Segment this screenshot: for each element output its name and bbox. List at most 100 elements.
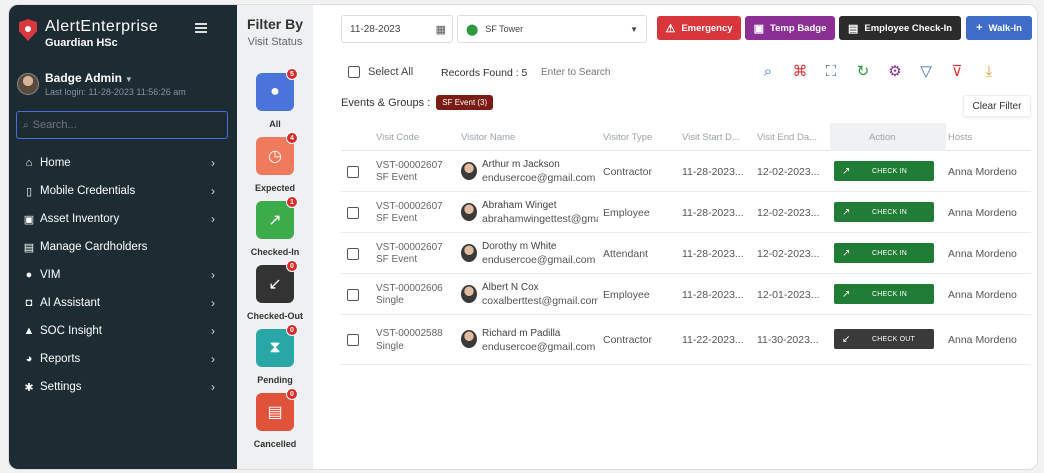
calendar-icon[interactable]: ▦ <box>436 23 446 36</box>
check-in-button[interactable]: ↗ CHECK IN <box>834 243 934 263</box>
sidebar-item-manage-cardholders[interactable]: ▤ Manage Cardholders <box>9 233 237 261</box>
visit-start-date: 11-28-2023... <box>682 289 744 301</box>
visitor-name[interactable]: Abraham Winget <box>482 200 556 211</box>
sidebar-item-reports[interactable]: ◕ Reports › <box>9 345 237 373</box>
sidebar-item-ai-assistant[interactable]: ◘ AI Assistant › <box>9 289 237 317</box>
search-icon: ⌕ <box>23 119 29 131</box>
filter-icon[interactable]: ▽ <box>916 62 936 82</box>
walk-in-button[interactable]: + Walk-In <box>966 16 1032 40</box>
download-icon[interactable]: ⤓ <box>979 62 999 82</box>
check-in-button[interactable]: ↗ CHECK IN <box>834 161 934 181</box>
sidebar-item-mobile-credentials[interactable]: ▯ Mobile Credentials › <box>9 177 237 205</box>
column-header[interactable]: Visit Start D... <box>682 132 740 143</box>
check-in-button[interactable]: ↗ CHECK IN <box>834 284 934 304</box>
visitor-avatar <box>461 162 477 180</box>
product-name: Guardian HSc <box>45 37 118 49</box>
chevron-right-icon: › <box>211 296 215 310</box>
sidebar-item-vim[interactable]: ● VIM › <box>9 261 237 289</box>
records-search-input[interactable] <box>537 61 737 83</box>
column-header[interactable]: Visit End Da... <box>757 132 817 143</box>
chevron-right-icon: › <box>211 352 215 366</box>
sidebar-search-input[interactable] <box>32 119 213 131</box>
row-checkbox[interactable] <box>347 248 359 260</box>
sidebar-item-home[interactable]: ⌂ Home › <box>9 149 237 177</box>
menu-toggle-icon[interactable] <box>195 23 207 33</box>
settings-icon[interactable]: ⚙ <box>885 62 905 82</box>
visit-end-date: 12-02-2023... <box>757 248 820 260</box>
table-row[interactable]: VST-00002607 SF Event Dorothy m White endus… <box>341 233 1031 274</box>
status-tile-pending[interactable]: ⧗ 0 <box>256 324 298 367</box>
row-checkbox[interactable] <box>347 166 359 178</box>
column-header: Action <box>869 132 896 143</box>
qr-code-icon[interactable]: ⌘ <box>790 62 810 82</box>
clear-filter-button[interactable]: Clear Filter <box>963 95 1031 117</box>
emergency-button[interactable]: ⚠ Emergency <box>657 16 741 40</box>
sidebar-item-label: AI Assistant <box>40 297 101 309</box>
column-header[interactable]: Visitor Name <box>461 132 515 143</box>
status-tile-checked-in[interactable]: ↗ 1 <box>256 196 298 239</box>
scan-icon[interactable]: ⛶ <box>821 62 841 82</box>
visit-end-date: 12-02-2023... <box>757 207 820 219</box>
visit-code: VST-00002607 <box>376 201 443 212</box>
visit-group: Single <box>376 295 404 306</box>
status-filter-panel: Filter By Visit Status ● 5 All ◷ 4 Expected ↗ 1… <box>237 5 313 469</box>
column-header[interactable]: Visit Code <box>376 132 419 143</box>
visitor-name[interactable]: Albert N Cox <box>482 282 539 293</box>
chevron-right-icon: › <box>211 212 215 226</box>
event-chip[interactable]: SF Event (3) <box>436 95 494 110</box>
visit-code: VST-00002607 <box>376 160 443 171</box>
visitor-type: Attendant <box>603 248 648 260</box>
sidebar-item-settings[interactable]: ✱ Settings › <box>9 373 237 401</box>
status-tile-cancelled[interactable]: ▤ 0 <box>256 388 298 431</box>
badge-icon: ▣ <box>753 22 765 35</box>
table-row[interactable]: VST-00002606 Single Albert N Cox coxalbertt… <box>341 274 1031 315</box>
check-out-button[interactable]: ↙ CHECK OUT <box>834 329 934 349</box>
visitor-name[interactable]: Dorothy m White <box>482 241 556 252</box>
date-value: 11-28-2023 <box>350 23 401 35</box>
user-profile[interactable]: Badge Admin ▼ Last login: 11-28-2023 11:5… <box>17 71 186 97</box>
visit-code: VST-00002606 <box>376 283 443 294</box>
filter-title: Filter By <box>246 16 303 32</box>
select-all[interactable]: Select All <box>348 66 413 78</box>
clock-icon: ◷ <box>268 148 282 165</box>
check-in-button[interactable]: ↗ CHECK IN <box>834 202 934 222</box>
sidebar-search[interactable]: ⌕ <box>16 111 228 139</box>
sidebar-item-label: Manage Cardholders <box>40 241 148 253</box>
status-count-badge: 0 <box>286 324 298 336</box>
brand-name: AlertEnterprise <box>45 18 159 35</box>
row-checkbox[interactable] <box>347 334 359 346</box>
visitor-name[interactable]: Richard m Padilla <box>482 328 560 339</box>
visit-code: VST-00002588 <box>376 328 443 339</box>
sidebar-item-label: Mobile Credentials <box>40 185 136 197</box>
sidebar-item-soc-insight[interactable]: ▲ SOC Insight › <box>9 317 237 345</box>
bell-icon: ▲ <box>23 325 35 337</box>
caret-down-icon[interactable]: ▼ <box>125 75 133 84</box>
visitor-avatar <box>461 203 477 221</box>
table-row[interactable]: VST-00002607 SF Event Abraham Winget abraha… <box>341 192 1031 233</box>
row-checkbox[interactable] <box>347 289 359 301</box>
host-name: Anna Mordeno <box>948 289 1017 301</box>
sidebar: AlertEnterprise Guardian HSc Badge Admin… <box>9 5 237 469</box>
robot-icon: ◘ <box>25 297 33 309</box>
sidebar-item-asset-inventory[interactable]: ▣ Asset Inventory › <box>9 205 237 233</box>
select-all-checkbox[interactable] <box>348 66 360 78</box>
table-row[interactable]: VST-00002588 Single Richard m Padilla endus… <box>341 315 1031 365</box>
temp-badge-button[interactable]: ▣ Temp Badge <box>745 16 835 40</box>
location-select[interactable]: ⬤ SF Tower ▼ <box>457 15 647 43</box>
visitor-name[interactable]: Arthur m Jackson <box>482 159 560 170</box>
table-row[interactable]: VST-00002607 SF Event Arthur m Jackson endu… <box>341 151 1031 192</box>
status-tile-checked-out[interactable]: ↙ 0 <box>256 260 298 303</box>
filter-clear-icon[interactable]: ⊽ <box>947 62 967 82</box>
status-tile-expected[interactable]: ◷ 4 <box>256 132 298 175</box>
row-checkbox[interactable] <box>347 207 359 219</box>
search-icon[interactable]: ⌕ <box>758 62 778 82</box>
mobile-icon: ▯ <box>25 185 33 198</box>
shield-logo-icon <box>19 19 37 41</box>
arrow-up-right-icon: ↗ <box>268 212 282 229</box>
refresh-icon[interactable]: ↻ <box>853 62 873 82</box>
status-tile-all[interactable]: ● 5 <box>256 68 298 111</box>
column-header[interactable]: Hosts <box>948 132 972 143</box>
date-picker[interactable]: 11-28-2023 ▦ <box>341 15 453 43</box>
column-header[interactable]: Visitor Type <box>603 132 652 143</box>
employee-checkin-button[interactable]: ▤ Employee Check-In <box>839 16 961 40</box>
